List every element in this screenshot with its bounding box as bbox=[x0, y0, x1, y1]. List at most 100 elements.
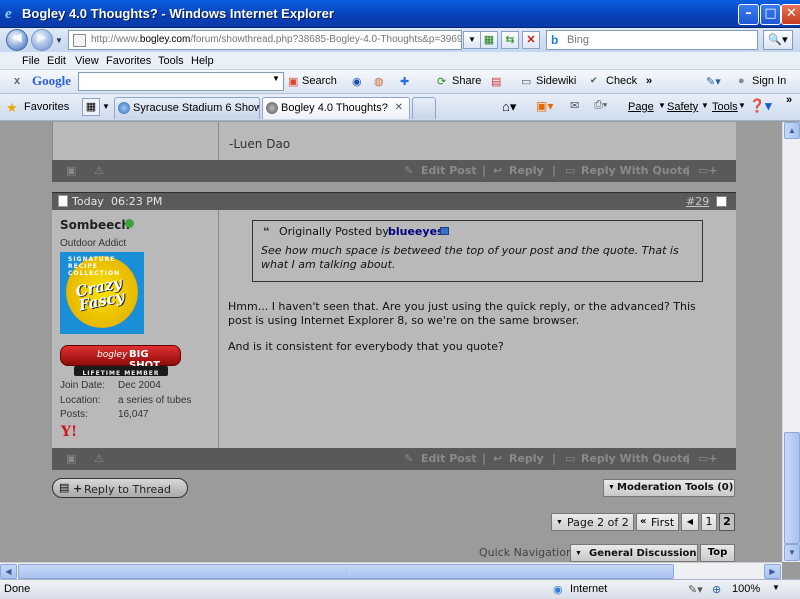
yahoo-messenger-icon[interactable]: Y! bbox=[61, 424, 77, 440]
first-page-button[interactable]: « First bbox=[636, 513, 679, 531]
zoom-dropdown-icon[interactable]: ▼ bbox=[772, 583, 780, 592]
sign-in-button[interactable]: Sign In bbox=[752, 75, 786, 87]
menu-favorites[interactable]: Favorites bbox=[106, 55, 151, 67]
post-toolbar: ▣ ⚠ ✎ Edit Post | ↩ Reply | ▭ Reply With… bbox=[52, 448, 736, 470]
horizontal-scroll-thumb[interactable]: ⦙ bbox=[18, 564, 674, 579]
vertical-scroll-thumb[interactable] bbox=[784, 432, 800, 544]
multiquote-icon[interactable]: ▭+ bbox=[698, 452, 718, 465]
reputation-icon[interactable]: ▣ bbox=[66, 452, 76, 465]
vertical-scrollbar[interactable]: ▲ ▼ bbox=[782, 122, 800, 562]
scroll-left-arrow-icon[interactable]: ◀ bbox=[0, 564, 17, 579]
scroll-down-arrow-icon[interactable]: ▼ bbox=[784, 544, 800, 561]
news-icon[interactable]: ◍ bbox=[374, 75, 384, 88]
globe-icon[interactable]: ◉ bbox=[352, 75, 362, 88]
maximize-button[interactable]: □ bbox=[760, 4, 781, 25]
reputation-icon[interactable]: ▣ bbox=[66, 164, 76, 177]
edit-post-button[interactable]: Edit Post bbox=[421, 452, 477, 465]
edit-post-icon: ✎ bbox=[404, 452, 414, 465]
forward-button[interactable]: ▶ bbox=[31, 29, 53, 51]
google-search-input[interactable] bbox=[78, 72, 284, 91]
tab-syracuse[interactable]: Syracuse Stadium 6 Showtim... bbox=[114, 97, 260, 119]
quote-icon: ▭ bbox=[565, 452, 576, 465]
user-avatar[interactable]: SIGNATURE RECIPE COLLECTION Crazy Fascy bbox=[60, 252, 144, 334]
sidewiki-icon: ▭ bbox=[521, 76, 532, 88]
search-input[interactable]: b Bing bbox=[546, 30, 758, 50]
home-icon[interactable]: ⌂▾ bbox=[502, 99, 516, 115]
view-post-icon[interactable] bbox=[440, 227, 449, 235]
multiquote-icon[interactable]: ▭+ bbox=[698, 164, 718, 177]
tools-menu-button[interactable]: Tools bbox=[712, 101, 738, 113]
address-dropdown-icon[interactable]: ▼ bbox=[463, 31, 481, 49]
previous-post-body: -Luen Dao bbox=[52, 122, 736, 160]
tab-bogley[interactable]: Bogley 4.0 Thoughts? ✕ bbox=[262, 97, 410, 119]
menu-bar: File Edit View Favorites Tools Help bbox=[0, 52, 800, 70]
refresh-icon[interactable]: ⇆ bbox=[501, 31, 519, 49]
menu-file[interactable]: File bbox=[22, 55, 40, 67]
menu-view[interactable]: View bbox=[75, 55, 99, 67]
previous-page-button[interactable]: ◀ bbox=[681, 513, 699, 531]
menu-tools[interactable]: Tools bbox=[158, 55, 184, 67]
url-domain: bogley.com bbox=[139, 34, 191, 45]
minimize-button[interactable]: – bbox=[738, 4, 759, 25]
window-title-bar[interactable]: e Bogley 4.0 Thoughts? - Windows Interne… bbox=[0, 0, 800, 28]
recent-pages-dropdown-icon[interactable]: ▼ bbox=[55, 36, 63, 45]
scroll-right-arrow-icon[interactable]: ▶ bbox=[764, 564, 781, 579]
page-selector[interactable]: ▼ Page 2 of 2 bbox=[551, 513, 634, 531]
top-link[interactable]: Top bbox=[700, 544, 735, 562]
reply-button[interactable]: Reply bbox=[509, 164, 544, 177]
mail-icon[interactable]: ✉ bbox=[570, 99, 579, 112]
reply-with-quote-button[interactable]: Reply With Quote bbox=[581, 452, 690, 465]
quick-tabs-icon[interactable]: ▦ bbox=[82, 98, 100, 116]
search-button[interactable]: 🔍▾ bbox=[763, 30, 793, 50]
print-icon[interactable]: ⎙▾ bbox=[594, 99, 607, 112]
reply-button[interactable]: Reply bbox=[509, 452, 544, 465]
share-button[interactable]: Share bbox=[452, 75, 481, 87]
close-toolbar-icon[interactable]: x bbox=[14, 75, 20, 87]
quote-prefix: Originally Posted by bbox=[279, 225, 389, 238]
edit-post-button[interactable]: Edit Post bbox=[421, 164, 477, 177]
google-search-button[interactable]: Search bbox=[302, 75, 337, 87]
compatibility-view-icon[interactable]: ▦ bbox=[480, 31, 498, 49]
moderation-tools-dropdown[interactable]: ▼ Moderation Tools (0) bbox=[603, 479, 735, 497]
menu-edit[interactable]: Edit bbox=[47, 55, 66, 67]
reply-to-thread-button[interactable]: ▤ + Reply to Thread bbox=[52, 478, 188, 498]
bookmark-icon[interactable]: ▤ bbox=[491, 75, 501, 88]
scroll-up-arrow-icon[interactable]: ▲ bbox=[784, 122, 800, 139]
quote-author[interactable]: blueeyes bbox=[388, 225, 444, 238]
google-search-dropdown-icon[interactable]: ▼ bbox=[272, 74, 280, 83]
more-commands-icon[interactable]: » bbox=[786, 94, 792, 106]
safety-menu-button[interactable]: Safety bbox=[667, 101, 698, 113]
more-tools-button[interactable]: » bbox=[646, 75, 652, 87]
wrench-icon[interactable]: ✎▾ bbox=[706, 75, 721, 88]
new-tab-button[interactable] bbox=[412, 97, 436, 119]
avatar-ring-text: SIGNATURE RECIPE COLLECTION bbox=[68, 256, 121, 277]
reply-with-quote-button[interactable]: Reply With Quote bbox=[581, 164, 690, 177]
close-window-button[interactable]: ✕ bbox=[781, 4, 800, 25]
address-field[interactable]: http://www.bogley.com/forum/showthread.p… bbox=[68, 30, 462, 50]
select-post-checkbox[interactable] bbox=[716, 196, 727, 207]
dropdown-arrow-icon: ▼ bbox=[575, 550, 582, 557]
report-post-icon[interactable]: ⚠ bbox=[94, 164, 104, 177]
back-button[interactable]: ◀ bbox=[6, 29, 28, 51]
help-icon[interactable]: ❓▾ bbox=[749, 98, 772, 114]
plus-icon[interactable]: ✚ bbox=[400, 75, 409, 88]
quick-navigation-dropdown[interactable]: ▼ General Discussion bbox=[570, 544, 698, 562]
page-1-link[interactable]: 1 bbox=[701, 513, 717, 531]
feeds-icon[interactable]: ▣▾ bbox=[536, 99, 553, 113]
menu-help[interactable]: Help bbox=[191, 55, 214, 67]
protected-mode-icon[interactable]: ✎▾ bbox=[688, 583, 703, 596]
close-tab-icon[interactable]: ✕ bbox=[395, 102, 403, 113]
sidewiki-button[interactable]: Sidewiki bbox=[536, 75, 576, 87]
horizontal-scrollbar[interactable]: ◀ ⦙ ▶ bbox=[0, 562, 782, 579]
page-of-label: Page 2 of 2 bbox=[567, 516, 629, 529]
post-number-link[interactable]: #29 bbox=[686, 195, 709, 208]
page-menu-button[interactable]: Page bbox=[628, 101, 654, 113]
tab-list-dropdown-icon[interactable]: ▼ bbox=[102, 98, 112, 116]
report-post-icon[interactable]: ⚠ bbox=[94, 452, 104, 465]
stop-icon[interactable]: ✕ bbox=[522, 31, 540, 49]
favorites-button[interactable]: Favorites bbox=[24, 101, 69, 113]
zoom-level[interactable]: 100% bbox=[732, 583, 760, 595]
google-logo: Google bbox=[32, 73, 71, 88]
post-username[interactable]: Sombeech bbox=[60, 218, 130, 232]
check-button[interactable]: Check bbox=[606, 75, 637, 87]
